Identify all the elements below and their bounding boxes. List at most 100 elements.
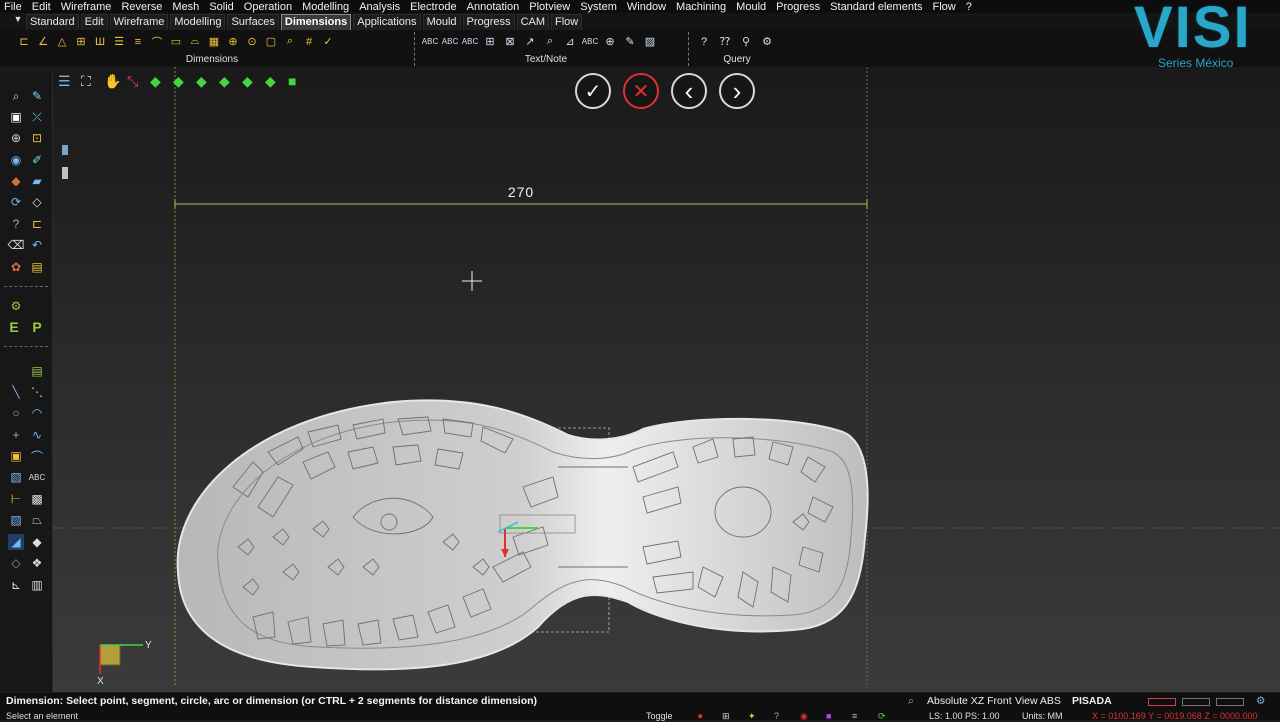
text-style-icon[interactable]: ABC — [462, 33, 478, 50]
text-box-icon[interactable]: ABC — [582, 33, 598, 50]
zoom-in-icon[interactable]: ⊕ — [8, 130, 24, 146]
line-icon[interactable]: ╲ — [8, 384, 24, 400]
color-icon[interactable]: ✿ — [8, 259, 24, 275]
menu-item[interactable]: Reverse — [117, 1, 166, 13]
angle-dimension-icon[interactable]: ∠ — [35, 33, 51, 50]
menu-item[interactable]: ? — [962, 1, 976, 13]
menu-item[interactable]: Machining — [672, 1, 730, 13]
status-grid-icon[interactable]: ⊞ — [722, 711, 730, 722]
text-icon[interactable]: ABC — [29, 469, 45, 485]
linear-dimension-icon[interactable]: ⊏ — [16, 33, 32, 50]
axis-view-icon[interactable]: ⤡ — [127, 73, 138, 89]
status-refresh-icon[interactable]: ⟳ — [878, 711, 886, 722]
help-left-icon[interactable]: ? — [8, 216, 24, 232]
hatch-icon[interactable]: ▧ — [8, 469, 24, 485]
curve-icon[interactable]: ⌒ — [29, 448, 45, 464]
trim-icon[interactable]: ⤫ — [29, 109, 45, 125]
frame-icon[interactable]: ▢ — [263, 33, 279, 50]
menu-item[interactable]: Plotview — [525, 1, 574, 13]
balloon-icon[interactable]: ⌕ — [542, 33, 558, 50]
extrude-icon[interactable]: ⏢ — [29, 512, 45, 528]
status-layer[interactable]: PISADA — [1072, 695, 1112, 707]
spline-icon[interactable]: ∿ — [29, 427, 45, 443]
progress-p-icon[interactable]: P — [29, 319, 45, 335]
dashed-line-icon[interactable]: ⋱ — [29, 384, 45, 400]
point-icon[interactable]: + — [8, 427, 24, 443]
next-button[interactable]: › — [719, 73, 755, 109]
menu-item[interactable]: Modelling — [298, 1, 353, 13]
axis-icon[interactable]: ⊾ — [8, 577, 24, 593]
pan-view-icon[interactable]: ✋ — [104, 73, 121, 89]
status-view-name[interactable]: Absolute XZ Front — [927, 695, 1012, 707]
tab-dropdown-icon[interactable]: ▼ — [12, 14, 24, 28]
tab-flow[interactable]: Flow — [551, 14, 583, 31]
edit-icon[interactable]: ✐ — [29, 152, 45, 168]
grid-dimension-icon[interactable]: # — [301, 33, 317, 50]
help-icon[interactable]: ? — [696, 33, 712, 50]
text-edit-icon[interactable]: ABC — [442, 33, 458, 50]
cube-top-icon[interactable]: ◆ — [150, 73, 161, 89]
viewport-canvas[interactable]: ☰ ⛶ ✋ ⤡ ◆ ◆ ◆ ◆ ◆ ◆ ■ 270 Y X — [53, 67, 1280, 692]
side-sheet-icon[interactable] — [62, 167, 68, 179]
rotate-view-icon[interactable]: ◉ — [8, 152, 24, 168]
arc-icon[interactable]: ◠ — [29, 405, 45, 421]
surface-hatch-icon[interactable]: ▨ — [8, 512, 24, 528]
folder-icon[interactable]: ▤ — [29, 259, 45, 275]
hatch-dimension-icon[interactable]: ▦ — [206, 33, 222, 50]
menu-item[interactable]: Annotation — [463, 1, 524, 13]
viewport[interactable]: ☰ ⛶ ✋ ⤡ ◆ ◆ ◆ ◆ ◆ ◆ ■ 270 Y X — [53, 67, 1280, 692]
back-button[interactable]: ‹ — [671, 73, 707, 109]
rectangle-icon[interactable]: ▣ — [8, 448, 24, 464]
cancel-button[interactable]: ✕ — [623, 73, 659, 109]
menu-item[interactable]: Window — [623, 1, 670, 13]
tab-progress[interactable]: Progress — [462, 14, 515, 31]
shoe-sole[interactable] — [176, 399, 869, 671]
circle-icon[interactable]: ○ — [8, 405, 24, 421]
tab-surfaces[interactable]: Surfaces — [227, 14, 279, 31]
menu-item[interactable]: Operation — [240, 1, 296, 13]
fit-view-icon[interactable]: ⛶ — [81, 73, 91, 89]
solid-icon[interactable]: ◆ — [29, 534, 45, 550]
pattern-icon[interactable]: ▩ — [29, 491, 45, 507]
tab-standard[interactable]: Standard — [26, 14, 79, 31]
status-settings-icon[interactable]: ⚙ — [1256, 695, 1265, 707]
check-dimension-icon[interactable]: ✓ — [320, 33, 336, 50]
select-icon[interactable]: ✎ — [29, 88, 45, 104]
blend-icon[interactable]: ❖ — [29, 555, 45, 571]
radius-dimension-icon[interactable]: ⌒ — [149, 33, 165, 50]
drawing-icon[interactable]: ▤ — [29, 363, 45, 379]
menu-item[interactable]: Progress — [772, 1, 824, 13]
measure-icon[interactable]: ⊏ — [29, 216, 45, 232]
status-snap-icon[interactable]: ✦ — [748, 711, 756, 722]
cube-left-icon[interactable]: ◆ — [242, 73, 253, 89]
refresh-icon[interactable]: ⟳ — [8, 194, 24, 210]
zoom-window-icon[interactable]: ▣ — [8, 109, 24, 125]
menu-lines-icon[interactable]: ☰ — [58, 73, 71, 89]
note-grid-icon[interactable]: ⊞ — [482, 33, 498, 50]
menu-item[interactable]: System — [576, 1, 621, 13]
delete-icon[interactable]: ⌫ — [8, 237, 25, 253]
diameter-dimension-icon[interactable]: ▭ — [168, 33, 184, 50]
note-edit-icon[interactable]: ✎ — [622, 33, 638, 50]
menu-item[interactable]: Wireframe — [57, 1, 116, 13]
undo-icon[interactable]: ↶ — [29, 237, 45, 253]
electrode-icon[interactable]: ⚙ — [8, 298, 24, 314]
tab-modelling[interactable]: Modelling — [170, 14, 226, 31]
status-record-icon[interactable]: ⏺ — [698, 711, 703, 722]
side-layer-icon[interactable] — [62, 145, 68, 155]
sheet-icon[interactable]: ▥ — [29, 577, 45, 593]
solid-box-icon[interactable]: ◇ — [29, 194, 45, 210]
shade-icon[interactable]: ◆ — [8, 173, 24, 189]
status-swatch-red[interactable] — [1148, 698, 1176, 706]
tab-dimensions[interactable]: Dimensions — [280, 14, 352, 31]
electrode-e-icon[interactable]: E — [6, 319, 22, 335]
ordinate-dimension-icon[interactable]: Ш — [92, 33, 108, 50]
note-image-icon[interactable]: ▨ — [642, 33, 658, 50]
tab-edit[interactable]: Edit — [80, 14, 108, 31]
menu-item[interactable]: Solid — [205, 1, 237, 13]
status-search-icon[interactable]: ⌕ — [908, 695, 914, 708]
zoom-icon[interactable]: ⌕ — [8, 88, 24, 104]
menu-item[interactable]: File — [0, 1, 26, 13]
dimension-icon[interactable]: ⊢ — [8, 491, 24, 507]
tab-mould[interactable]: Mould — [422, 14, 461, 31]
